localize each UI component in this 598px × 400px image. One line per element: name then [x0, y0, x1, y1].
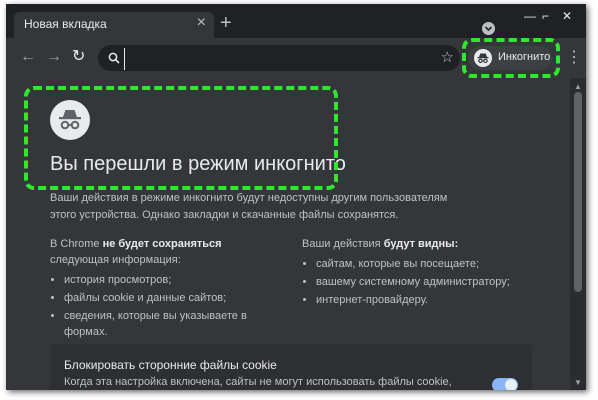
more-vertical-icon[interactable]: ⋮ — [566, 48, 582, 68]
visible-to-list: сайтам, которые вы посещаете; вашему сис… — [302, 256, 542, 308]
tab-strip: Новая вкладка × + — ⌐ ✕ — [6, 4, 586, 38]
not-saved-list: история просмотров; файлы cookie и данны… — [50, 272, 286, 340]
incognito-label: Инкогнито — [498, 51, 551, 63]
star-icon[interactable]: ☆ — [441, 48, 454, 66]
search-icon — [108, 51, 120, 69]
omnibox[interactable]: ☆ — [98, 45, 460, 71]
list-item: интернет-провайдеру. — [316, 292, 542, 308]
intro-bold: будут видны: — [383, 238, 459, 250]
back-button[interactable]: ← — [20, 47, 36, 67]
incognito-icon — [50, 100, 90, 140]
incognito-description: Ваши действия в режиме инкогнито будут н… — [50, 192, 448, 221]
tab-title: Новая вкладка — [24, 17, 107, 31]
toggle-knob — [505, 379, 517, 390]
visible-to-column: Ваши действия будут видны: сайтам, котор… — [302, 236, 542, 310]
third-party-cookies-card: Блокировать сторонние файлы cookie Когда… — [50, 344, 532, 390]
list-item: история просмотров; — [64, 272, 286, 288]
list-item: файлы cookie и данные сайтов; — [64, 290, 286, 306]
close-window-button[interactable]: ✕ — [562, 9, 572, 23]
reload-button[interactable]: ↻ — [72, 47, 85, 67]
new-tab-button[interactable]: + — [220, 13, 232, 33]
intro-prefix: Ваши действия — [302, 238, 381, 250]
list-item: сайтам, которые вы посещаете; — [316, 256, 542, 272]
address-input[interactable] — [124, 48, 430, 70]
scroll-down-icon[interactable]: ▼ — [574, 378, 582, 387]
incognito-icon — [474, 49, 492, 67]
page-title: Вы перешли в режим инкогнито — [50, 153, 346, 175]
scrollbar-thumb[interactable] — [574, 92, 582, 292]
cookie-card-title: Блокировать сторонние файлы cookie — [64, 358, 277, 372]
block-cookies-toggle[interactable] — [492, 378, 518, 390]
toolbar: ← → ↻ ☆ Инкогнито ⋮ — [6, 38, 586, 78]
forward-button[interactable]: → — [46, 47, 62, 67]
intro-suffix: следующая информация: — [50, 254, 181, 266]
intro-prefix: В Chrome — [50, 238, 100, 250]
visible-to-intro: Ваши действия будут видны: — [302, 236, 542, 252]
tab-new-tab[interactable]: Новая вкладка × — [14, 12, 214, 38]
scroll-up-icon[interactable]: ▲ — [574, 82, 582, 91]
cookie-card-text: Когда эта настройка включена, сайты не м… — [64, 376, 452, 388]
incognito-indicator[interactable]: Инкогнито — [468, 46, 552, 70]
incognito-page: Вы перешли в режим инкогнито Ваши действ… — [6, 78, 570, 390]
tab-search-icon[interactable] — [482, 22, 495, 35]
not-saved-column: В Chrome не будет сохраняться следующая … — [50, 236, 286, 342]
list-item: вашему системному администратору; — [316, 274, 542, 290]
not-saved-intro: В Chrome не будет сохраняться следующая … — [50, 236, 286, 268]
minimize-button[interactable]: — — [524, 9, 536, 23]
intro-bold: не будет сохраняться — [102, 238, 222, 250]
browser-window: Новая вкладка × + — ⌐ ✕ ← → ↻ ☆ Инкогнит… — [6, 4, 586, 390]
scrollbar[interactable]: ▲ ▼ — [570, 78, 586, 390]
list-item: сведения, которые вы указываете в формах… — [64, 308, 286, 340]
tab-close-icon[interactable]: × — [197, 14, 206, 32]
maximize-button[interactable]: ⌐ — [542, 9, 549, 23]
